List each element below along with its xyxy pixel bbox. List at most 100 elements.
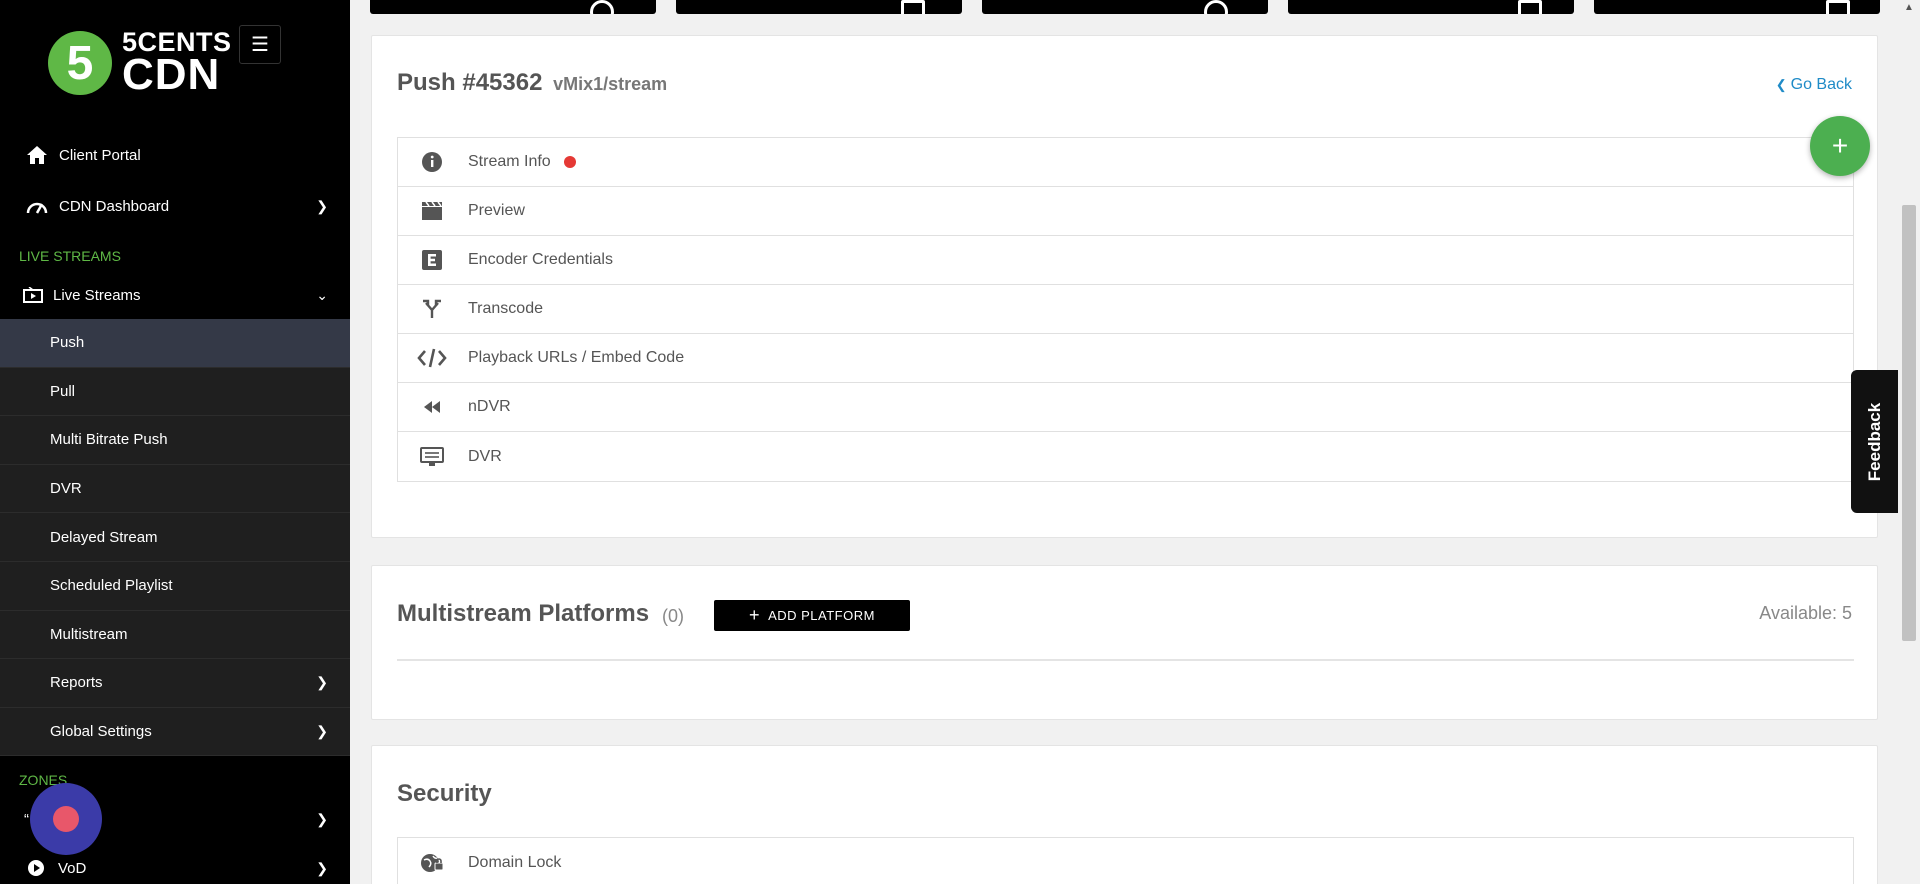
list-item-label: Preview	[468, 202, 525, 219]
stream-path: vMix1/stream	[553, 74, 668, 94]
list-item-stream-info[interactable]: Stream Info	[398, 138, 1853, 187]
sidebar-item-label: Multistream	[50, 625, 128, 643]
sidebar: 5 5CENTS CDN ☰ Client Portal CDN Dashboa…	[0, 0, 350, 884]
stats-icon	[901, 0, 925, 14]
sidebar-item-multistream[interactable]: Multistream	[0, 610, 350, 660]
list-item-transcode[interactable]: Transcode	[398, 285, 1853, 334]
logo-mark: 5	[48, 31, 112, 95]
home-icon	[25, 145, 49, 165]
tile-card[interactable]	[1288, 0, 1574, 14]
brand-logo[interactable]: 5 5CENTS CDN	[48, 28, 232, 98]
add-platform-label: ADD PLATFORM	[768, 608, 875, 623]
search-icon	[1204, 0, 1228, 14]
tile-card[interactable]	[1594, 0, 1880, 14]
page-title: Push #45362 vMix1/stream	[397, 69, 667, 97]
list-item-dvr[interactable]: DVR	[398, 432, 1853, 481]
security-title: Security	[397, 780, 492, 807]
push-id: Push #45362	[397, 69, 543, 96]
push-section-list: Stream Info Preview Encoder Credentials …	[397, 137, 1854, 482]
sidebar-item-scheduled-playlist[interactable]: Scheduled Playlist	[0, 561, 350, 611]
sidebar-item-delayed-stream[interactable]: Delayed Stream	[0, 513, 350, 562]
scroll-up-arrow-icon[interactable]: ▲	[1904, 2, 1914, 13]
logo-wordmark: 5CENTS CDN	[122, 29, 232, 100]
sidebar-item-label: “	[24, 810, 29, 828]
list-item-label: Domain Lock	[468, 853, 562, 871]
multistream-title: Multistream Platforms	[397, 600, 650, 627]
info-icon	[416, 151, 448, 173]
feedback-label: Feedback	[1864, 402, 1884, 481]
scrollbar-thumb[interactable]	[1902, 205, 1916, 641]
list-item-ndvr[interactable]: nDVR	[398, 383, 1853, 432]
globe-lock-icon	[416, 851, 448, 875]
chat-widget-button[interactable]	[30, 783, 102, 855]
chevron-right-icon: ❯	[316, 859, 328, 876]
clapperboard-icon	[416, 201, 448, 221]
sidebar-item-label: Reports	[50, 674, 103, 692]
code-icon	[416, 347, 448, 369]
save-icon	[1826, 0, 1850, 14]
sidebar-item-label: Global Settings	[50, 723, 152, 741]
chevron-right-icon: ❯	[316, 723, 328, 740]
sidebar-item-dvr[interactable]: DVR	[0, 464, 350, 514]
tile-card[interactable]	[370, 0, 656, 14]
page-scrollbar[interactable]: ▲	[1898, 0, 1920, 884]
list-item-label: DVR	[468, 447, 502, 465]
list-item-domain-lock[interactable]: Domain Lock	[398, 838, 1853, 884]
sidebar-item-label: Delayed Stream	[50, 528, 158, 546]
monitor-icon	[416, 446, 448, 467]
hamburger-menu-button[interactable]: ☰	[239, 25, 281, 64]
top-tiles-row	[370, 0, 1880, 14]
chevron-down-icon: ⌄	[316, 286, 328, 303]
list-item-label: Encoder Credentials	[468, 251, 613, 268]
encoder-e-icon	[416, 250, 448, 270]
list-item-label: Transcode	[468, 300, 543, 317]
list-item-preview[interactable]: Preview	[398, 187, 1853, 236]
sidebar-item-label: Client Portal	[59, 146, 141, 164]
list-item-label: Playback URLs / Embed Code	[468, 349, 685, 366]
security-list: Domain Lock	[397, 837, 1854, 884]
sidebar-item-live-streams[interactable]: Live Streams ⌄	[0, 270, 350, 320]
sidebar-item-global-settings[interactable]: Global Settings ❯	[0, 707, 350, 757]
sidebar-item-label: CDN Dashboard	[59, 197, 170, 215]
security-card: Security Domain Lock	[371, 745, 1878, 884]
chevron-right-icon: ❯	[316, 674, 328, 691]
sidebar-item-pull[interactable]: Pull	[0, 367, 350, 417]
push-card: Push #45362 vMix1/stream ❮ Go Back Strea…	[371, 35, 1878, 538]
add-platform-button[interactable]: + ADD PLATFORM	[714, 600, 910, 631]
chevron-right-icon: ❯	[316, 197, 328, 214]
live-streams-submenu: Push Pull Multi Bitrate Push DVR Delayed…	[0, 319, 350, 757]
tile-card[interactable]	[676, 0, 962, 14]
available-count: Available: 5	[1759, 603, 1852, 623]
document-icon	[1518, 0, 1542, 14]
sidebar-item-push[interactable]: Push	[0, 319, 350, 368]
sidebar-item-label: Multi Bitrate Push	[50, 431, 168, 449]
live-status-dot	[563, 156, 576, 168]
sidebar-item-multi-bitrate-push[interactable]: Multi Bitrate Push	[0, 416, 350, 465]
sidebar-item-reports[interactable]: Reports ❯	[0, 659, 350, 708]
multistream-count: (0)	[662, 606, 684, 626]
speedometer-icon	[25, 198, 49, 214]
play-icon	[590, 0, 614, 14]
list-item-encoder-credentials[interactable]: Encoder Credentials	[398, 236, 1853, 285]
sidebar-item-cdn-dashboard[interactable]: CDN Dashboard ❯	[0, 181, 350, 231]
multistream-card: Multistream Platforms (0) + ADD PLATFORM…	[371, 565, 1878, 720]
go-back-label: Go Back	[1790, 76, 1852, 93]
sidebar-item-label: Live Streams	[53, 286, 141, 304]
hamburger-icon: ☰	[251, 34, 269, 56]
add-fab-button[interactable]: +	[1810, 116, 1870, 176]
tile-card[interactable]	[982, 0, 1268, 14]
logo-line-2: CDN	[122, 50, 221, 100]
plus-icon: +	[1831, 130, 1849, 161]
sidebar-item-label: DVR	[50, 480, 82, 498]
list-item-playback-urls[interactable]: Playback URLs / Embed Code	[398, 334, 1853, 383]
sidebar-item-client-portal[interactable]: Client Portal	[0, 130, 350, 180]
live-tv-icon	[21, 287, 45, 303]
feedback-tab[interactable]: Feedback	[1851, 370, 1898, 513]
plus-icon: +	[749, 605, 761, 625]
go-back-link[interactable]: ❮ Go Back	[1776, 76, 1852, 94]
sidebar-item-label: Push	[50, 334, 85, 352]
chevron-left-icon: ❮	[1775, 77, 1787, 92]
play-circle-icon	[24, 859, 48, 877]
section-label-live-streams: LIVE STREAMS	[19, 248, 121, 264]
list-item-label: Stream Info	[468, 153, 551, 170]
